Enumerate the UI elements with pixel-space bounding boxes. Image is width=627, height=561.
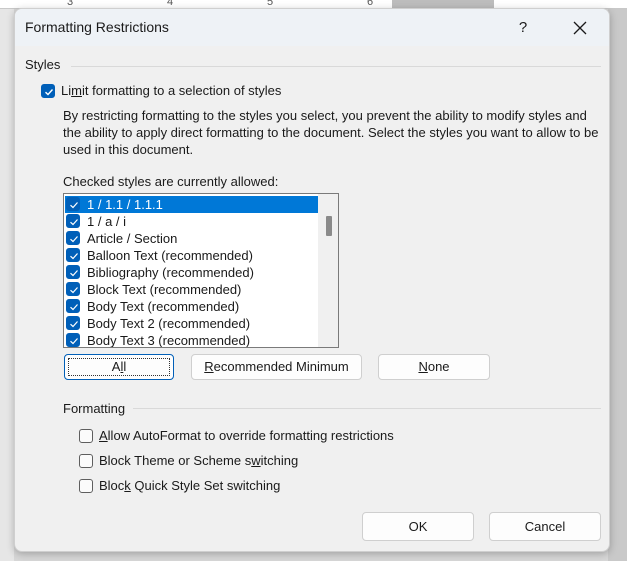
focus-rectangle xyxy=(68,358,170,376)
help-button[interactable]: ? xyxy=(509,15,537,41)
close-button[interactable] xyxy=(563,15,597,41)
style-list-item[interactable]: 1 / 1.1 / 1.1.1 xyxy=(65,196,320,213)
checkbox-checked-icon[interactable] xyxy=(66,214,80,228)
style-label: Article / Section xyxy=(87,231,178,246)
checkbox-checked-icon[interactable] xyxy=(66,231,80,245)
group-divider xyxy=(133,408,601,409)
style-list-item[interactable]: Body Text 3 (recommended) xyxy=(65,332,320,348)
ruler-margin xyxy=(392,0,494,8)
group-divider xyxy=(71,66,601,67)
all-button[interactable]: All xyxy=(64,354,174,380)
style-label: 1 / a / i xyxy=(87,214,127,229)
style-list-item[interactable]: Bibliography (recommended) xyxy=(65,264,320,281)
dialog-title: Formatting Restrictions xyxy=(25,19,169,35)
checkbox-checked-icon[interactable] xyxy=(66,282,80,296)
style-label: Body Text (recommended) xyxy=(87,299,240,314)
checkbox-checked-icon[interactable] xyxy=(66,265,80,279)
checkbox-checked-icon[interactable] xyxy=(66,248,80,262)
limit-formatting-label: Limit formatting to a selection of style… xyxy=(61,83,282,98)
style-label: Body Text 2 (recommended) xyxy=(87,316,251,331)
style-list-item[interactable]: Balloon Text (recommended) xyxy=(65,247,320,264)
checkbox-checked-icon[interactable] xyxy=(66,197,80,211)
style-list-item[interactable]: Body Text 2 (recommended) xyxy=(65,315,320,332)
styles-listbox[interactable]: 1 / 1.1 / 1.1.1 1 / a / i Article / Sect… xyxy=(63,193,339,348)
help-icon: ? xyxy=(518,19,528,36)
checkbox-unchecked-icon xyxy=(79,429,93,443)
style-list-item[interactable]: Block Text (recommended) xyxy=(65,281,320,298)
allow-autoformat-label: Allow AutoFormat to override formatting … xyxy=(99,428,394,443)
checkbox-checked-icon[interactable] xyxy=(66,299,80,313)
ruler-number: 3 xyxy=(67,0,74,8)
style-label: Block Text (recommended) xyxy=(87,282,242,297)
style-list-item[interactable]: 1 / a / i xyxy=(65,213,320,230)
checkbox-checked-icon xyxy=(41,84,55,98)
document-background xyxy=(608,9,627,561)
close-icon xyxy=(573,21,587,35)
block-theme-label: Block Theme or Scheme switching xyxy=(99,453,299,468)
style-label: 1 / 1.1 / 1.1.1 xyxy=(87,197,163,212)
ok-button[interactable]: OK xyxy=(362,512,474,541)
formatting-group-label: Formatting xyxy=(63,401,126,416)
vertical-scrollbar[interactable] xyxy=(318,194,338,347)
document-background xyxy=(0,9,14,561)
none-button[interactable]: None xyxy=(378,354,490,380)
checkbox-unchecked-icon xyxy=(79,454,93,468)
cancel-button[interactable]: Cancel xyxy=(489,512,601,541)
ruler-number: 4 xyxy=(167,0,174,8)
ruler-number: 5 xyxy=(267,0,274,8)
ruler-number: 6 xyxy=(367,0,374,8)
style-label: Body Text 3 (recommended) xyxy=(87,333,251,348)
title-bar: Formatting Restrictions ? xyxy=(15,9,609,46)
style-list-item[interactable]: Article / Section xyxy=(65,230,320,247)
restriction-description: By restricting formatting to the styles … xyxy=(63,108,599,157)
style-label: Balloon Text (recommended) xyxy=(87,248,253,263)
formatting-restrictions-dialog: Formatting Restrictions ? Styles Limit f… xyxy=(14,8,610,552)
list-caption: Checked styles are currently allowed: xyxy=(63,174,279,189)
checkbox-unchecked-icon xyxy=(79,479,93,493)
block-quick-style-label: Block Quick Style Set switching xyxy=(99,478,281,493)
scrollbar-thumb[interactable] xyxy=(326,216,332,236)
styles-group-label: Styles xyxy=(25,57,61,72)
checkbox-checked-icon[interactable] xyxy=(66,316,80,330)
style-label: Bibliography (recommended) xyxy=(87,265,254,280)
recommended-minimum-button[interactable]: Recommended Minimum xyxy=(191,354,362,380)
style-list-item[interactable]: Body Text (recommended) xyxy=(65,298,320,315)
checkbox-checked-icon[interactable] xyxy=(66,333,80,347)
